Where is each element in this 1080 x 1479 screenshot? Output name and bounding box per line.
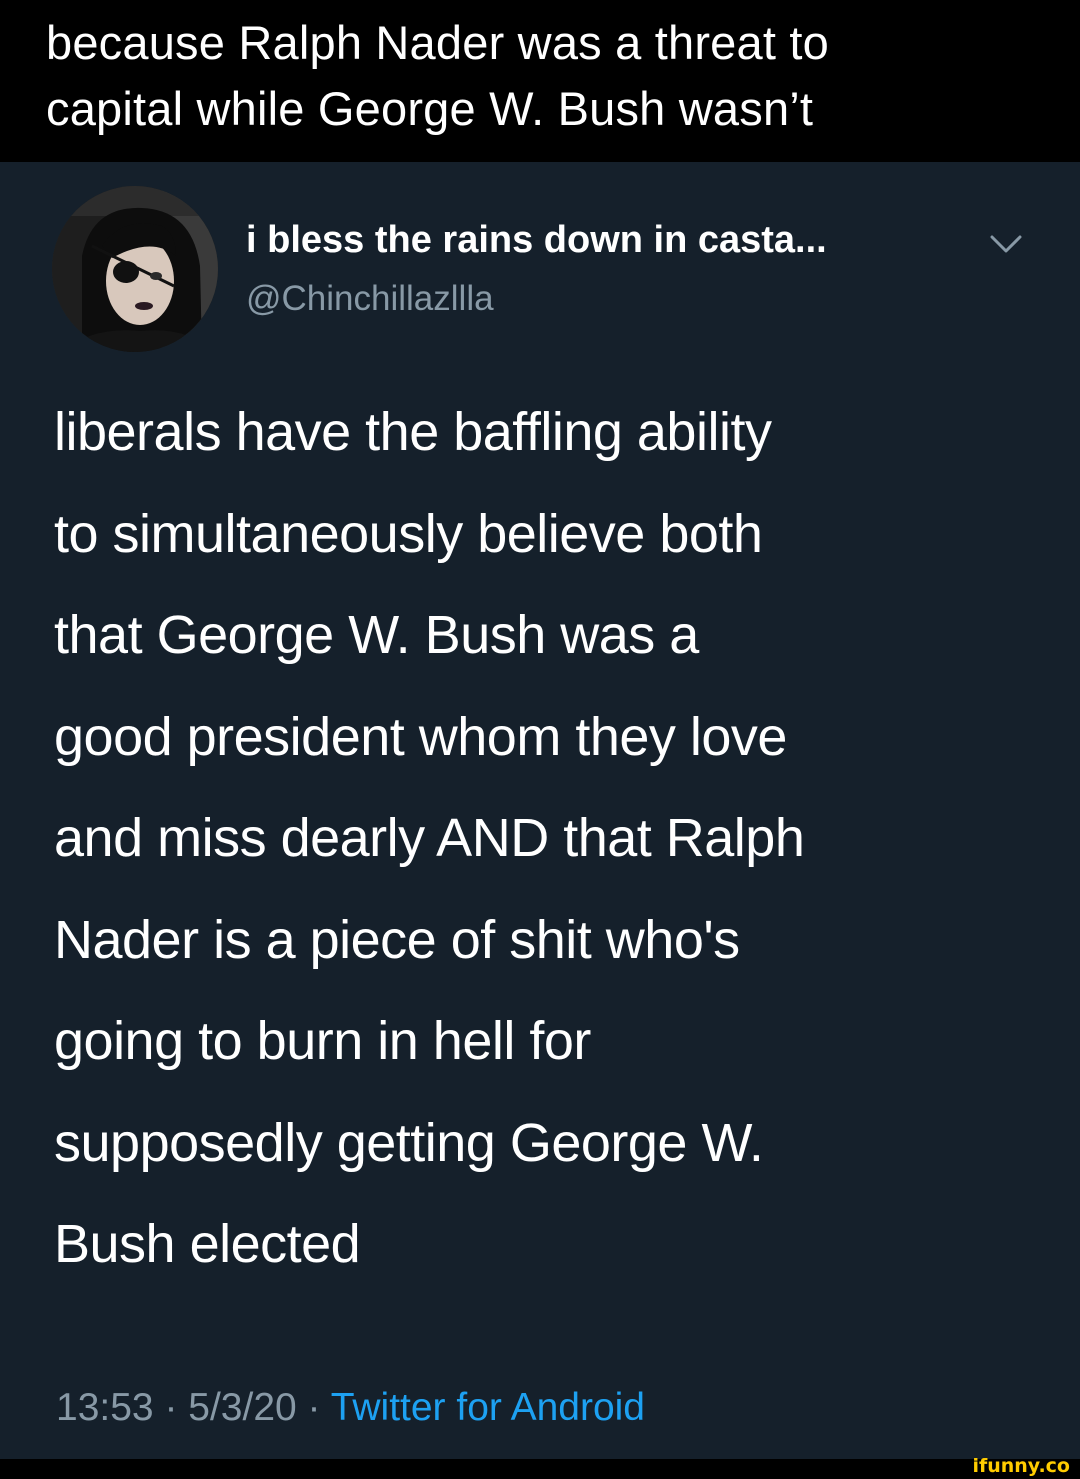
tweet-text-line: that George W. Bush was a [54,605,699,665]
tweet-source-link[interactable]: Twitter for Android [331,1386,645,1429]
tweet-text: liberals have the baffling ability to si… [54,382,1054,1296]
tweet-text-line: supposedly getting George W. [54,1112,764,1173]
tweet-date[interactable]: 5/3/20 [188,1386,296,1429]
caption-line-1: because Ralph Nader was a threat to [46,16,829,69]
avatar[interactable] [52,186,218,352]
tweet-card: i bless the rains down in casta... @Chin… [0,162,1080,1459]
meta-separator: · [153,1386,189,1429]
caption-line-2: capital while George W. Bush wasn’t [46,82,814,135]
user-handle[interactable]: @Chinchillazllla [246,278,494,320]
tweet-text-line: good president whom they love [54,706,787,767]
tweet-text-line: to simultaneously believe both [54,503,763,564]
tweet-meta: 13:53 · 5/3/20 · Twitter for Android [56,1384,645,1432]
caption-text: because Ralph Nader was a threat to capi… [46,10,1046,142]
chevron-down-icon[interactable] [988,232,1024,256]
meta-separator: · [296,1386,331,1429]
ifunny-watermark: ifunny.co [972,1455,1070,1477]
tweet-text-line: Bush elected [54,1214,361,1274]
tweet-time[interactable]: 13:53 [56,1386,154,1429]
tweet-text-line: and miss dearly AND that Ralph [54,808,805,868]
display-name[interactable]: i bless the rains down in casta... [246,218,827,262]
footer-bar: ifunny.co [0,1455,1080,1479]
tweet-text-line: liberals have the baffling ability [54,402,772,462]
tweet-text-line: going to burn in hell for [54,1011,591,1071]
tweet-text-line: Nader is a piece of shit who's [54,909,740,970]
caption-banner: because Ralph Nader was a threat to capi… [0,0,1080,162]
